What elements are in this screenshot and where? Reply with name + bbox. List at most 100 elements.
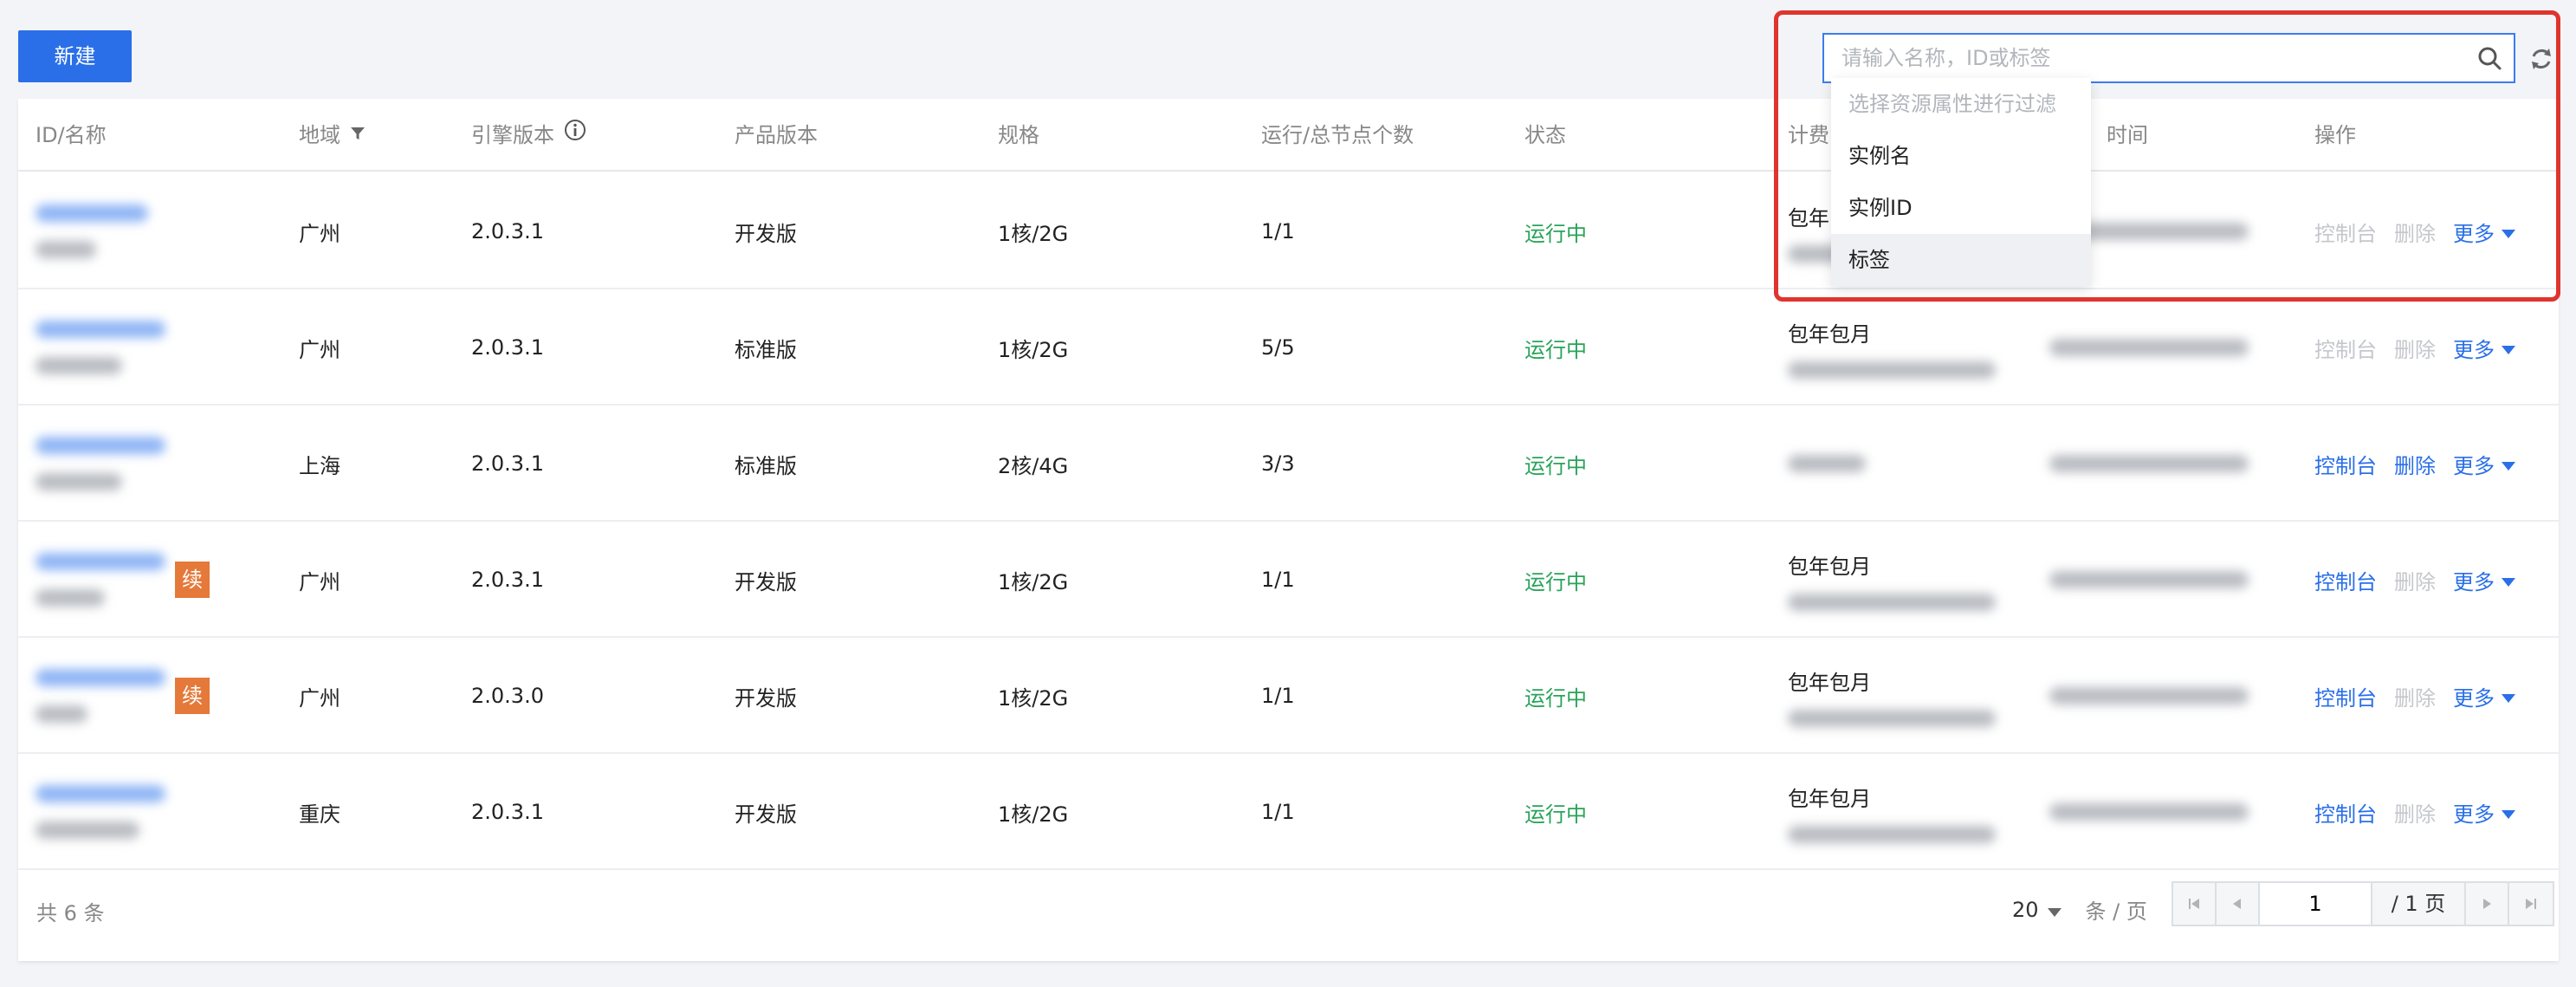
page-size-select[interactable]: 20 条 / 页	[2012, 894, 2147, 925]
engine-version-cell: 2.0.3.0	[471, 684, 544, 708]
new-button[interactable]: 新建	[18, 30, 132, 82]
info-icon[interactable]	[563, 99, 587, 172]
region-cell: 上海	[299, 453, 340, 478]
product-version-cell: 标准版	[735, 337, 797, 362]
search-box[interactable]	[1822, 33, 2515, 83]
caret-down-icon	[2502, 568, 2515, 592]
nodes-cell: 1/1	[1261, 568, 1295, 592]
page-number-input[interactable]	[2260, 883, 2372, 925]
pagination: / 1 页	[2171, 881, 2554, 926]
instance-name-text	[36, 357, 122, 374]
status-cell: 运行中	[1524, 802, 1587, 827]
time-cell	[2049, 638, 2249, 754]
ops-cell: 控制台 删除 更多	[2314, 173, 2515, 289]
more-dropdown[interactable]: 更多	[2453, 449, 2515, 479]
instance-id-link[interactable]	[36, 785, 165, 802]
instance-id-link[interactable]	[36, 205, 148, 222]
nodes-cell: 3/3	[1261, 451, 1295, 476]
delete-link: 删除	[2394, 221, 2436, 246]
instance-table: ID/名称 地域 引擎版本 产品版本 规格 运行/总节点个数 状态 计费 时间 …	[18, 99, 2559, 961]
more-dropdown[interactable]: 更多	[2453, 797, 2515, 828]
caret-down-icon	[2502, 219, 2515, 244]
next-page-icon[interactable]	[2466, 883, 2509, 925]
refresh-icon[interactable]	[2524, 42, 2559, 76]
instance-id-cell	[36, 638, 165, 754]
instance-name-text	[36, 589, 105, 607]
search-icon[interactable]	[2465, 35, 2514, 81]
more-dropdown[interactable]: 更多	[2453, 333, 2515, 363]
engine-version-cell: 2.0.3.1	[471, 568, 544, 592]
more-dropdown[interactable]: 更多	[2453, 217, 2515, 247]
region-cell: 广州	[299, 569, 340, 594]
dropdown-item-instance-id[interactable]: 实例ID	[1831, 182, 2091, 234]
product-version-cell: 开发版	[735, 569, 797, 594]
col-id-name: ID/名称	[36, 123, 107, 147]
console-link[interactable]: 控制台	[2314, 797, 2377, 828]
caret-down-icon	[2502, 684, 2515, 708]
billing-cell: 包年包月	[1788, 522, 1996, 638]
billing-type-blurred	[1788, 455, 1866, 472]
billing-expiry-text	[1788, 825, 1996, 843]
ops-cell: 控制台 删除 更多	[2314, 406, 2515, 522]
billing-cell: 包年包月	[1788, 638, 1996, 754]
console-link: 控制台	[2314, 221, 2377, 246]
instance-id-cell	[36, 522, 165, 638]
renew-badge[interactable]: 续	[175, 562, 210, 598]
delete-link: 删除	[2394, 802, 2436, 827]
instance-id-link[interactable]	[36, 669, 165, 686]
filter-dropdown: 选择资源属性进行过滤 实例名 实例ID 标签	[1831, 78, 2091, 286]
instance-id-link[interactable]	[36, 553, 165, 570]
billing-type: 包年	[1788, 205, 1829, 231]
product-version-cell: 开发版	[735, 802, 797, 827]
filter-icon[interactable]	[349, 99, 366, 172]
last-page-icon[interactable]	[2509, 883, 2553, 925]
region-cell: 广州	[299, 685, 340, 711]
ops-cell: 控制台 删除 更多	[2314, 754, 2515, 870]
console-link: 控制台	[2314, 337, 2377, 362]
billing-type: 包年包月	[1788, 554, 1871, 579]
col-spec: 规格	[998, 123, 1039, 147]
total-count: 共 6 条	[36, 901, 105, 925]
renew-badge[interactable]: 续	[175, 678, 210, 714]
instance-name-text	[36, 241, 96, 258]
table-row: 续 广州 2.0.3.1 开发版 1核/2G 1/1 运行中 包年包月 控制台 删除 更多	[18, 522, 2559, 638]
billing-type: 包年包月	[1788, 786, 1871, 811]
total-pages: / 1 页	[2372, 883, 2466, 925]
dropdown-item-instance-name[interactable]: 实例名	[1831, 130, 2091, 182]
delete-link: 删除	[2394, 569, 2436, 594]
instance-id-link[interactable]	[36, 437, 165, 454]
table-row: 广州 2.0.3.1 标准版 1核/2G 5/5 运行中 包年包月 控制台 删除 更多	[18, 289, 2559, 406]
console-link[interactable]: 控制台	[2314, 681, 2377, 711]
table-header: ID/名称 地域 引擎版本 产品版本 规格 运行/总节点个数 状态 计费 时间 …	[18, 99, 2559, 172]
console-link[interactable]: 控制台	[2314, 565, 2377, 595]
region-cell: 广州	[299, 337, 340, 362]
billing-cell	[1788, 406, 1866, 522]
more-dropdown[interactable]: 更多	[2453, 681, 2515, 711]
billing-cell: 包年包月	[1788, 289, 1996, 406]
console-link[interactable]: 控制台	[2314, 449, 2377, 479]
product-version-cell: 开发版	[735, 685, 797, 711]
engine-version-cell: 2.0.3.1	[471, 800, 544, 824]
first-page-icon[interactable]	[2173, 883, 2217, 925]
time-cell	[2049, 522, 2249, 638]
prev-page-icon[interactable]	[2217, 883, 2260, 925]
col-status: 状态	[1524, 123, 1566, 147]
time-cell	[2049, 754, 2249, 870]
spec-cell: 1核/2G	[998, 685, 1069, 711]
search-input[interactable]	[1824, 35, 2465, 81]
dropdown-item-tag[interactable]: 标签	[1831, 234, 2091, 286]
engine-version-cell: 2.0.3.1	[471, 335, 544, 360]
col-billing: 计费	[1788, 123, 1829, 147]
delete-link[interactable]: 删除	[2394, 449, 2436, 479]
time-text	[2049, 339, 2249, 356]
region-cell: 重庆	[299, 802, 340, 827]
col-ops: 操作	[2314, 123, 2356, 147]
status-cell: 运行中	[1524, 453, 1587, 478]
more-dropdown[interactable]: 更多	[2453, 565, 2515, 595]
time-text	[2049, 687, 2249, 705]
billing-type: 包年包月	[1788, 670, 1871, 695]
spec-cell: 1核/2G	[998, 569, 1069, 594]
status-cell: 运行中	[1524, 685, 1587, 711]
ops-cell: 控制台 删除 更多	[2314, 638, 2515, 754]
instance-id-link[interactable]	[36, 321, 165, 338]
